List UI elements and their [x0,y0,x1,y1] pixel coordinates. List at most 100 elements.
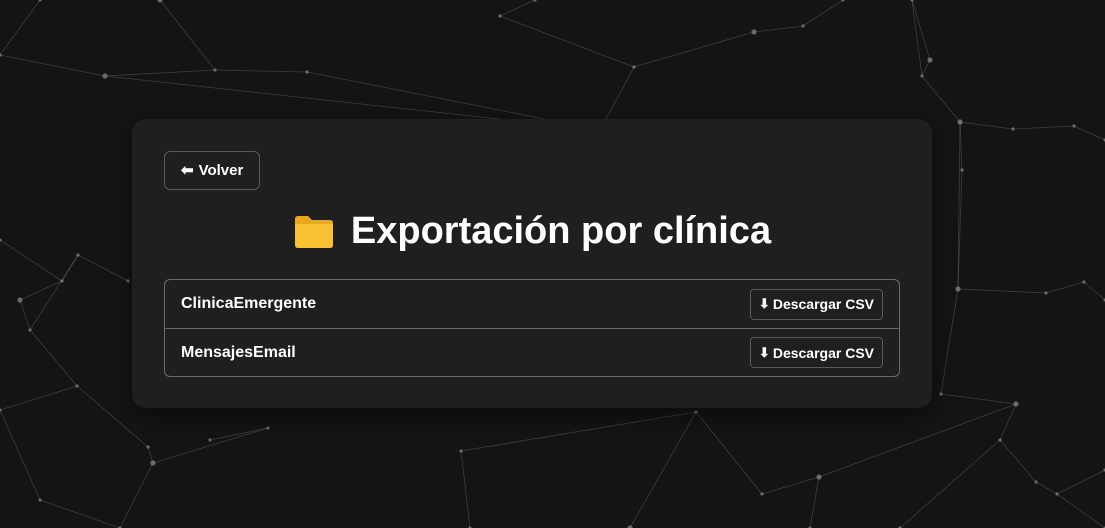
network-line [899,439,1001,528]
network-node [1072,124,1076,128]
network-line [0,54,106,77]
network-line [39,499,121,528]
network-line [999,439,1037,483]
network-line [629,411,697,528]
download-button-label: Descargar CSV [772,296,874,312]
network-line [1056,469,1105,495]
network-line [818,403,1017,478]
network-line [77,254,129,282]
download-arrow-icon: ⬇ [758,344,770,360]
network-line [499,0,536,17]
network-line [0,409,41,501]
network-line [959,121,1014,130]
network-node [920,74,924,78]
network-line [0,239,63,282]
network-line [911,0,931,61]
network-line [761,476,820,495]
left-arrow-icon: ⬅ [181,162,194,179]
network-line [911,0,923,77]
network-line [1056,493,1105,528]
network-node [1082,280,1086,284]
network-line [19,299,31,331]
network-node [208,438,212,442]
page-title: Exportación por clínica [350,210,772,252]
clinic-name: MensajesEmail [181,343,296,361]
network-line [1083,281,1105,301]
network-line [809,476,820,528]
network-node [957,119,963,125]
network-node [75,384,79,388]
network-node [1055,492,1059,496]
network-node [498,14,502,18]
network-line [957,288,1047,294]
network-line [214,69,308,73]
network-node [459,449,463,453]
clinic-name: ClinicaEmergente [181,295,317,312]
network-node [801,24,805,28]
back-button-label: Volver [198,162,244,179]
network-node [150,460,156,466]
network-line [0,0,41,56]
network-line [209,427,269,441]
network-line [940,393,1017,405]
list-item: ClinicaEmergente ⬇ Descargar CSV [165,280,899,328]
network-node [60,279,64,283]
network-node [816,474,822,480]
network-node [939,392,943,396]
network-line [1012,125,1075,130]
network-line [152,427,269,464]
download-csv-button[interactable]: ⬇ Descargar CSV [749,337,883,368]
network-node [998,438,1002,442]
network-node [694,410,698,414]
download-arrow-icon: ⬇ [758,296,770,311]
network-line [159,0,216,71]
network-line [104,69,216,77]
network-node [0,408,2,412]
network-node [1013,401,1019,407]
network-node [126,279,130,283]
network-node [955,286,961,292]
network-line [1073,125,1105,141]
network-line [802,0,844,27]
network-line [460,450,471,528]
network-line [0,385,78,411]
network-node [910,0,914,2]
download-button-label: Descargar CSV [772,344,874,361]
export-card: ⬅ Volver Exportación por clínica Clinica… [132,119,932,408]
network-line [940,288,959,395]
network-node [266,426,270,430]
network-node [213,68,217,72]
network-line [753,25,804,33]
network-node [17,297,23,303]
network-line [633,31,755,68]
network-node [76,253,80,257]
network-node [927,57,933,63]
network-node [146,445,150,449]
network-line [499,15,635,68]
list-item: MensajesEmail ⬇ Descargar CSV [165,328,899,376]
network-node [841,0,845,2]
network-node [28,328,32,332]
download-csv-button[interactable]: ⬇ Descargar CSV [749,288,883,320]
network-node [632,65,636,69]
network-node [1034,480,1038,484]
export-list: ClinicaEmergente ⬇ Descargar CSV Mensaje… [164,279,900,377]
network-line [1045,281,1085,294]
title-row: Exportación por clínica [132,207,932,255]
network-node [751,29,757,35]
network-node [0,53,2,57]
network-node [305,70,309,74]
network-node [102,73,108,79]
network-node [960,168,964,172]
folder-icon [294,216,333,248]
network-node [1044,291,1048,295]
network-line [119,462,154,528]
network-line [29,329,78,387]
network-line [695,411,763,495]
network-line [1035,481,1058,495]
network-line [921,59,931,77]
network-node [760,492,764,496]
network-node [533,0,537,2]
network-node [1011,127,1015,131]
back-button[interactable]: ⬅ Volver [164,151,261,190]
